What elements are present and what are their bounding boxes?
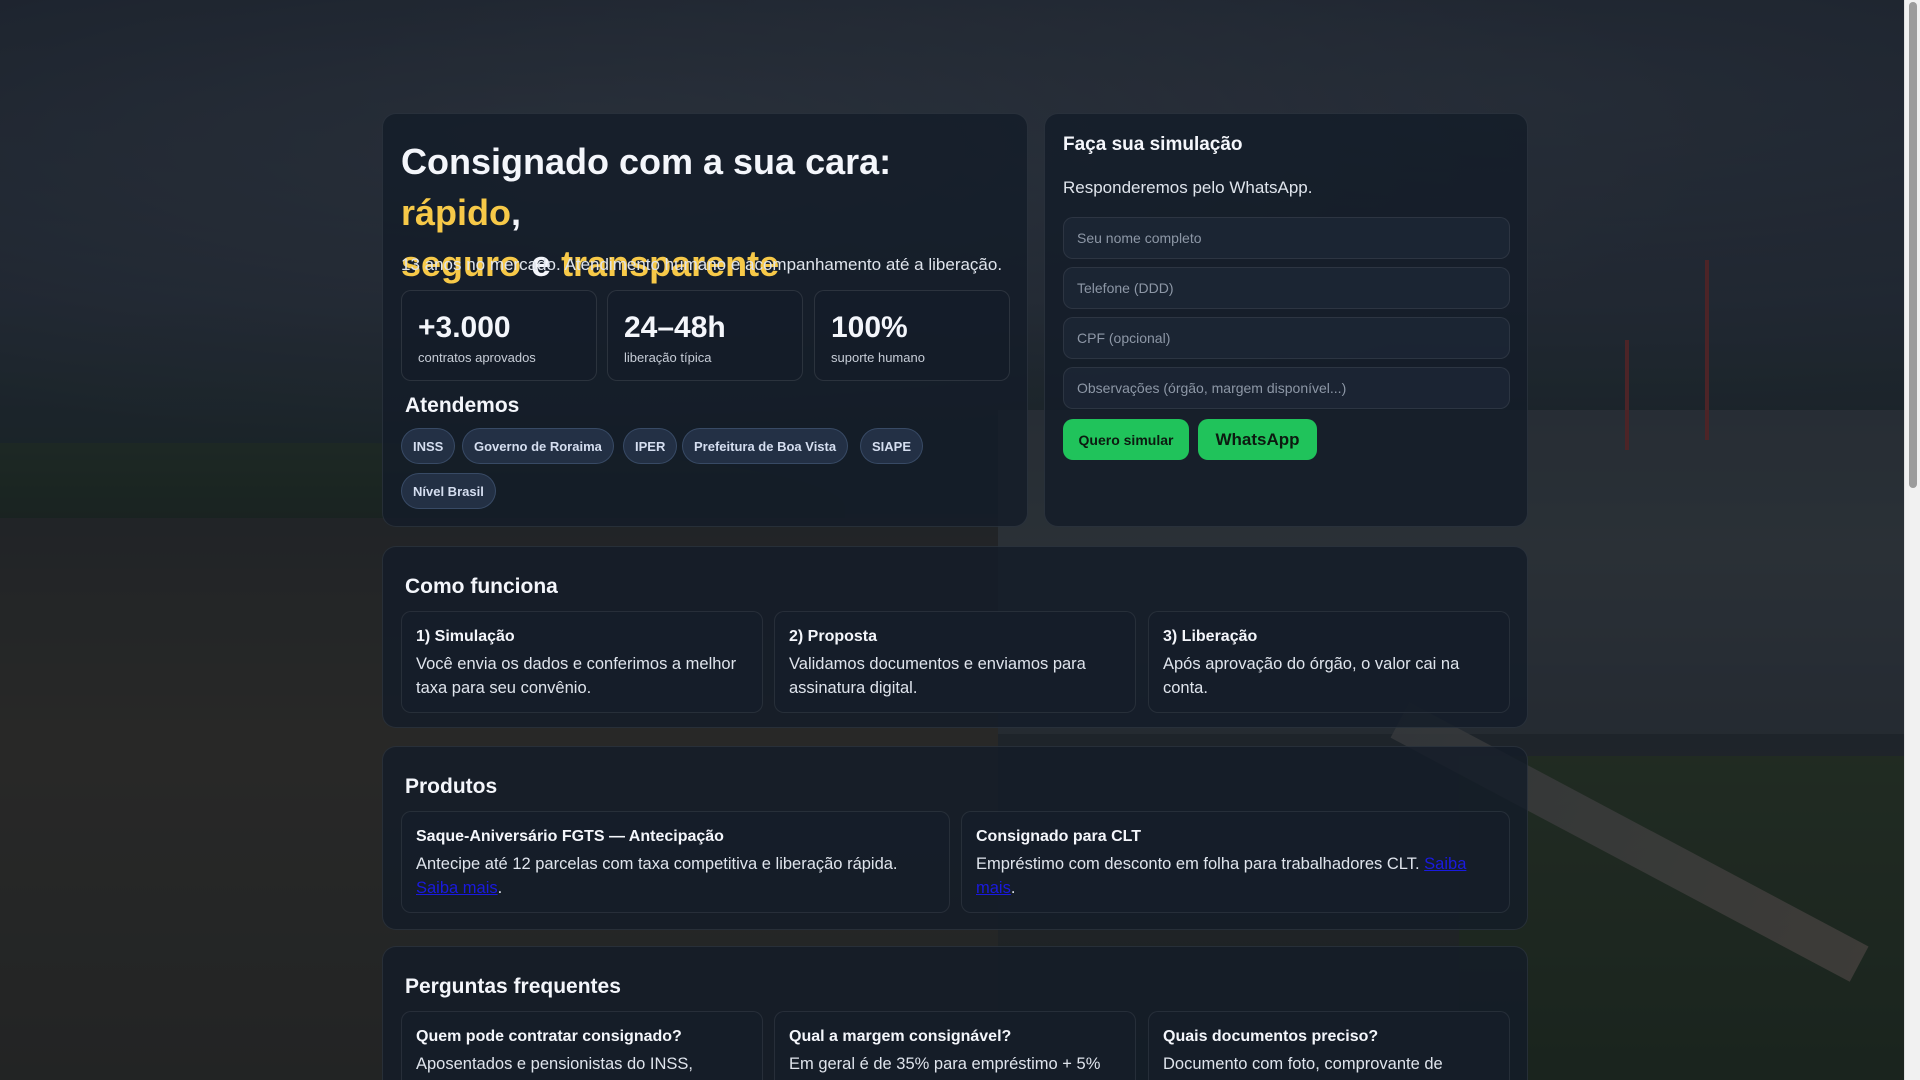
product-text: Antecipe até 12 parcelas com taxa compet… xyxy=(416,855,898,897)
scrollbar-thumb[interactable] xyxy=(1909,2,1917,488)
section-title: Produtos xyxy=(405,775,498,798)
phone-input[interactable] xyxy=(1063,267,1510,309)
chip-prefeitura-boa-vista[interactable]: Prefeitura de Boa Vista xyxy=(682,428,849,464)
product-text: Empréstimo com desconto em folha para tr… xyxy=(976,855,1467,897)
form-title: Faça sua simulação xyxy=(1063,134,1243,155)
faq-answer: Em geral é de 35% para empréstimo + 5% xyxy=(789,1055,1101,1073)
cpf-input[interactable] xyxy=(1063,317,1510,359)
stat-value: 24–48h xyxy=(624,311,726,344)
stat-contracts: +3.000 contratos aprovados xyxy=(401,290,597,381)
hero-lead: 13 anos no mercado. Atendimento humano e… xyxy=(401,255,1003,274)
faq-card[interactable]: Quem pode contratar consignado? Aposenta… xyxy=(401,1011,763,1080)
product-title: Saque-Aniversário FGTS — Antecipação xyxy=(416,828,724,845)
learn-more-link[interactable]: Saiba mais xyxy=(416,879,498,897)
step-title: 3) Liberação xyxy=(1163,628,1258,645)
form-subtitle: Responderemos pelo WhatsApp. xyxy=(1063,178,1313,197)
products-section: Produtos Saque-Aniversário FGTS — Anteci… xyxy=(382,746,1528,930)
step-title: 2) Proposta xyxy=(789,628,878,645)
stat-label: liberação típica xyxy=(624,350,712,365)
faq-answer: Documento com foto, comprovante de xyxy=(1163,1055,1443,1073)
step-card: 2) Proposta Validamos documentos e envia… xyxy=(774,611,1136,713)
faq-card[interactable]: Quais documentos preciso? Documento com … xyxy=(1148,1011,1510,1080)
product-card: Consignado para CLT Empréstimo com desco… xyxy=(961,811,1510,913)
how-it-works-section: Como funciona 1) Simulação Você envia os… xyxy=(382,546,1528,728)
chip-iper[interactable]: IPER xyxy=(623,428,678,464)
section-title: Perguntas frequentes xyxy=(405,975,621,998)
faq-answer: Aposentados e pensionistas do INSS, xyxy=(416,1055,694,1073)
step-text: Você envia os dados e conferimos a melho… xyxy=(416,655,737,697)
step-card: 3) Liberação Após aprovação do órgão, o … xyxy=(1148,611,1510,713)
faq-card[interactable]: Qual a margem consignável? Em geral é de… xyxy=(774,1011,1136,1080)
chip-governo-roraima[interactable]: Governo de Roraima xyxy=(462,428,614,464)
product-title: Consignado para CLT xyxy=(976,828,1142,845)
stat-label: suporte humano xyxy=(831,350,925,365)
step-card: 1) Simulação Você envia os dados e confe… xyxy=(401,611,763,713)
step-text: Validamos documentos e enviamos para ass… xyxy=(789,655,1086,697)
stat-value: +3.000 xyxy=(418,311,511,344)
faq-question: Qual a margem consignável? xyxy=(789,1028,1012,1045)
product-card: Saque-Aniversário FGTS — Antecipação Ant… xyxy=(401,811,950,913)
section-title: Como funciona xyxy=(405,575,558,598)
stat-support: 100% suporte humano xyxy=(814,290,1010,381)
name-input[interactable] xyxy=(1063,217,1510,259)
simulate-button[interactable]: Quero simular xyxy=(1063,419,1189,460)
scrollbar[interactable] xyxy=(1904,0,1920,1080)
chip-inss[interactable]: INSS xyxy=(401,428,456,464)
whatsapp-button[interactable]: WhatsApp xyxy=(1198,419,1317,460)
simulation-form-card: Faça sua simulação Responderemos pelo Wh… xyxy=(1044,113,1528,527)
faq-section: Perguntas frequentes Quem pode contratar… xyxy=(382,946,1528,1080)
highlight-rapido: rápido xyxy=(401,192,512,233)
hero-card: Consignado com a sua cara: rápido, seguro… xyxy=(382,113,1028,527)
step-title: 1) Simulação xyxy=(416,628,515,645)
stat-release-time: 24–48h liberação típica xyxy=(607,290,803,381)
serve-title: Atendemos xyxy=(405,394,520,417)
faq-question: Quais documentos preciso? xyxy=(1163,1028,1379,1045)
chip-siape[interactable]: SIAPE xyxy=(860,428,924,464)
stat-value: 100% xyxy=(831,311,908,344)
step-text: Após aprovação do órgão, o valor cai na … xyxy=(1163,655,1460,697)
chip-nivel-brasil[interactable]: Nível Brasil xyxy=(401,473,496,509)
stat-label: contratos aprovados xyxy=(418,350,536,365)
notes-input[interactable] xyxy=(1063,367,1510,409)
faq-question: Quem pode contratar consignado? xyxy=(416,1028,682,1045)
